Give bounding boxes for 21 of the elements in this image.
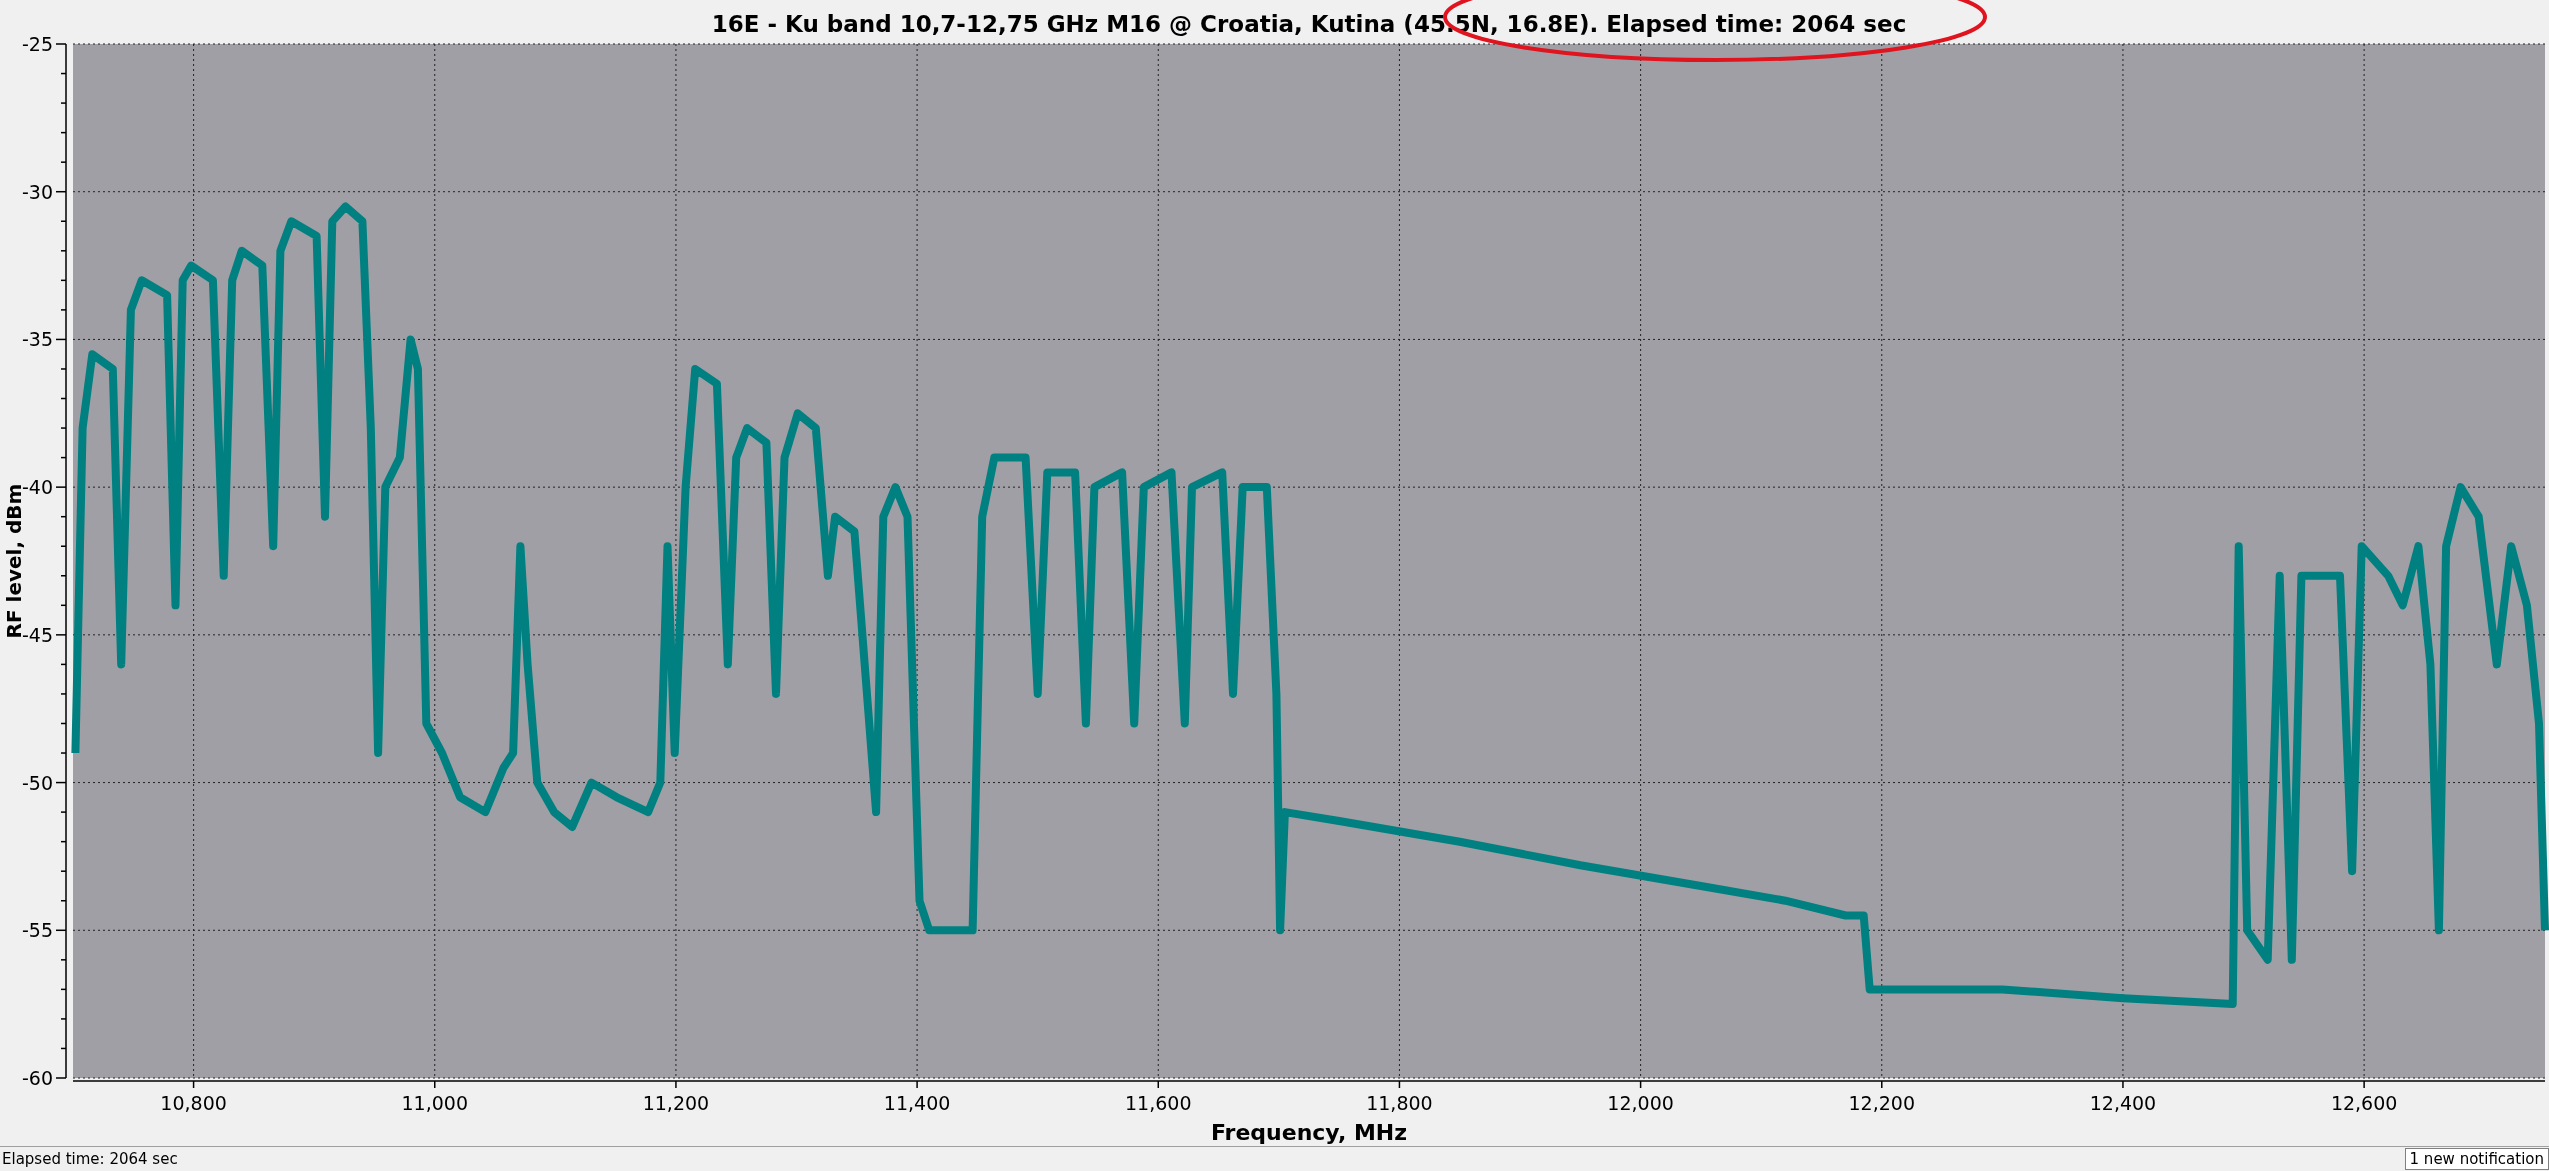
x-tick-label: 12,000 xyxy=(1607,1092,1674,1114)
x-tick-label: 11,600 xyxy=(1125,1092,1192,1114)
x-tick-label: 11,800 xyxy=(1366,1092,1433,1114)
x-tick-label: 12,400 xyxy=(2089,1092,2157,1114)
x-tick-label: 12,200 xyxy=(1848,1092,1915,1114)
x-axis-title: Frequency, MHz xyxy=(1210,1120,1408,1145)
x-tick-label: 11,200 xyxy=(642,1092,710,1114)
x-tick-label: 11,400 xyxy=(883,1092,951,1114)
notification-badge[interactable]: 1 new notification xyxy=(2404,1148,2549,1170)
y-tick-label: -40 xyxy=(21,476,53,499)
y-tick-label: -60 xyxy=(21,1067,53,1089)
y-tick-label: -50 xyxy=(21,771,53,794)
x-tick-label: 10,800 xyxy=(160,1092,227,1114)
y-tick-label: -45 xyxy=(21,623,53,646)
x-tick-label: 12,600 xyxy=(2330,1092,2398,1114)
y-tick-label: -55 xyxy=(21,919,53,942)
status-text: Elapsed time: 2064 sec xyxy=(1,1150,178,1168)
y-tick-label: -35 xyxy=(21,328,53,351)
y-tick-label: -25 xyxy=(21,33,53,55)
x-tick-label: 11,000 xyxy=(401,1092,468,1114)
y-tick-label: -30 xyxy=(21,180,53,203)
